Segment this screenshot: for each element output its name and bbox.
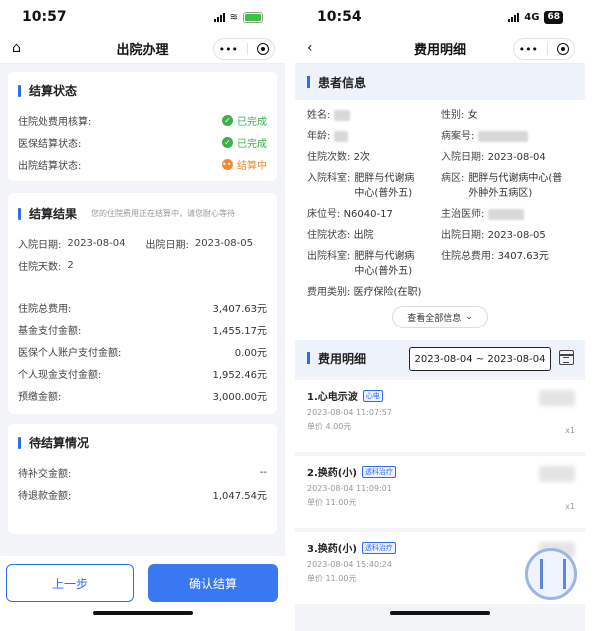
- days-row: 住院天数: 2: [18, 259, 74, 273]
- home-icon[interactable]: ⌂: [12, 40, 21, 56]
- ward-field: 病区: 肥胖与代谢病中心(普外肿外五病区): [441, 173, 563, 199]
- amount-row: 基金支付金额: 1,455.17元: [18, 325, 267, 337]
- status-bar: 10:57 ≋: [0, 0, 285, 34]
- confirm-settlement-button[interactable]: 确认结算: [148, 564, 278, 602]
- home-indicator: [390, 611, 490, 615]
- bottom-action-bar: 上一步 确认结算: [0, 556, 285, 631]
- status-row: 医保结算状态: ✓ 已完成: [18, 131, 267, 153]
- signal-icon: [508, 12, 520, 22]
- category-tag: 透科治疗: [361, 465, 396, 478]
- quantity: x1: [565, 426, 575, 435]
- home-indicator: [92, 611, 193, 615]
- date-range-picker[interactable]: 2023-08-04 ~ 2023-08-04: [409, 347, 551, 371]
- close-miniapp-icon[interactable]: [257, 43, 270, 55]
- status-time: 10:57: [22, 9, 67, 25]
- previous-step-button[interactable]: 上一步: [6, 564, 134, 602]
- pending-settlement-card: 待结算情况 待补交金额: -- 待退款金额: 1,047.54元: [8, 424, 277, 534]
- miniapp-capsule: •••: [213, 38, 275, 60]
- total-cost-field: 住院总费用: 3407.63元: [441, 251, 549, 262]
- more-icon[interactable]: •••: [219, 43, 238, 56]
- amount-row: 个人现金支付金额: 1,952.46元: [18, 369, 267, 381]
- fee-item[interactable]: 2.换药(小) 透科治疗 2023-08-04 11:09:01 单价 11.00…: [295, 456, 585, 528]
- fee-type-field: 费用类别: 医疗保险(在职): [307, 287, 422, 298]
- amount-redacted: [539, 390, 575, 406]
- amount-redacted: [539, 466, 575, 482]
- fee-detail-header: 费用明细 2023-08-04 ~ 2023-08-04: [295, 340, 585, 376]
- name-field: 姓名:: [307, 106, 441, 121]
- left-screen: 10:57 ≋ ⌂ 出院办理 ••• 结算状态 住院处费用核算: ✓ 已完成 医保…: [0, 0, 285, 631]
- watermark-logo: [525, 548, 577, 600]
- back-icon[interactable]: ‹: [307, 40, 313, 56]
- amount-row: 住院总费用: 3,407.63元: [18, 303, 267, 315]
- settlement-status-card: 结算状态 住院处费用核算: ✓ 已完成 医保结算状态: ✓ 已完成 出院结算状态: …: [8, 72, 277, 181]
- check-icon: ✓: [222, 136, 233, 148]
- amount-row: 预缴金额: 3,000.00元: [18, 391, 267, 403]
- admission-times-field: 住院次数: 2次: [307, 152, 370, 163]
- status-bar: 10:54 4G 68: [295, 0, 585, 34]
- patient-info: 姓名: 性别: 女 年龄: 病案号: 住院次数: 2次 入院日期: 2023-0…: [295, 100, 585, 340]
- view-all-info-button[interactable]: 查看全部信息 ⌄: [392, 306, 488, 328]
- inpatient-state-field: 住院状态: 出院: [307, 230, 374, 241]
- close-miniapp-icon[interactable]: [557, 43, 570, 55]
- discharge-dept-field: 出院科室: 肥胖与代谢病中心(普外五): [307, 251, 415, 277]
- status-time: 10:54: [317, 9, 362, 25]
- network-label: 4G: [524, 11, 540, 23]
- section-title: 待结算情况: [29, 436, 90, 450]
- gender-field: 性别: 女: [441, 110, 478, 121]
- status-row: 出院结算状态: ••• 结算中: [18, 153, 267, 175]
- battery-icon: 68: [544, 10, 563, 24]
- admission-date-field: 入院日期: 2023-08-04: [441, 152, 546, 163]
- status-row: 住院处费用核算: ✓ 已完成: [18, 109, 267, 131]
- record-number-field: 病案号:: [441, 127, 573, 142]
- wifi-icon: ≋: [229, 11, 238, 23]
- nav-bar: ⌂ 出院办理 •••: [0, 34, 285, 64]
- fee-item[interactable]: 1.心电示波 心电 2023-08-04 11:07:57 单价 4.00元 x1: [295, 380, 585, 452]
- patient-info-header: 患者信息: [295, 64, 585, 100]
- settlement-result-card: 结算结果 您的住院费用正在结算中，请您耐心等待 入院日期: 2023-08-04 …: [8, 193, 277, 414]
- battery-icon: [243, 11, 263, 23]
- amount-row: 医保个人账户支付金额: 0.00元: [18, 347, 267, 359]
- status-badge: ✓ 已完成: [222, 135, 267, 150]
- category-tag: 心电: [362, 389, 383, 402]
- page-title: 费用明细: [413, 43, 466, 58]
- chevron-down-icon: ⌄: [465, 312, 473, 322]
- more-icon[interactable]: •••: [519, 43, 538, 56]
- age-field: 年龄:: [307, 127, 441, 142]
- pending-row: 待退款金额: 1,047.54元: [18, 490, 267, 502]
- pending-row: 待补交金额: --: [18, 466, 267, 480]
- discharge-date-field: 出院日期: 2023-08-05: [441, 230, 546, 241]
- right-screen: 10:54 4G 68 ‹ 费用明细 ••• 患者信息 姓名: 性别: 女 年龄…: [295, 0, 585, 631]
- signal-icon: [213, 12, 225, 22]
- page-title: 出院办理: [116, 43, 169, 58]
- doctor-field: 主治医师:: [441, 205, 573, 220]
- calendar-icon[interactable]: [559, 350, 574, 365]
- nav-bar: ‹ 费用明细 •••: [295, 34, 585, 64]
- bed-field: 床位号: N6040-17: [307, 209, 393, 220]
- category-tag: 透科治疗: [361, 541, 396, 554]
- status-badge: ✓ 已完成: [222, 113, 267, 128]
- miniapp-capsule: •••: [513, 38, 575, 60]
- check-icon: ✓: [222, 114, 233, 126]
- settlement-note: 您的住院费用正在结算中，请您耐心等待: [91, 209, 236, 218]
- section-title: 结算结果: [29, 207, 78, 221]
- admission-dept-field: 入院科室: 肥胖与代谢病中心(普外五): [307, 173, 415, 199]
- pending-icon: •••: [222, 158, 237, 170]
- date-row: 入院日期: 2023-08-04 出院日期: 2023-08-05: [18, 237, 253, 251]
- quantity: x1: [565, 502, 575, 511]
- status-badge: ••• 结算中: [222, 158, 267, 172]
- section-title: 结算状态: [29, 84, 78, 98]
